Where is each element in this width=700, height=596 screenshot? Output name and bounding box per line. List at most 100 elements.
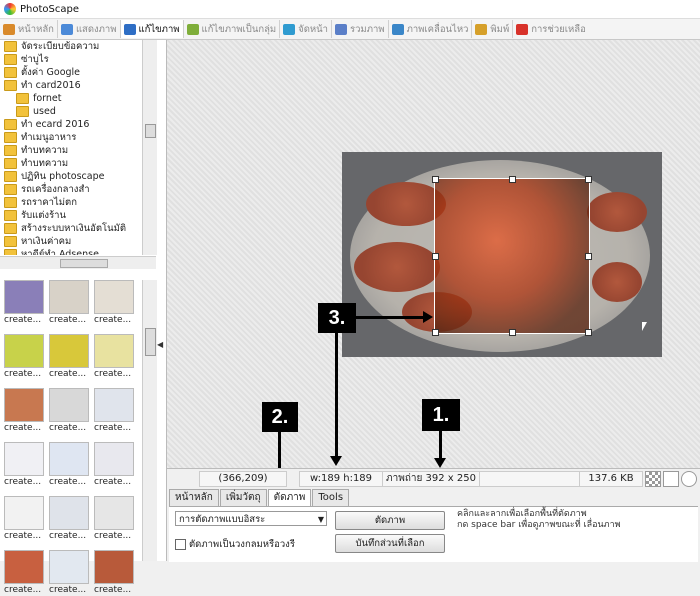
thumbnail-item[interactable]: create...	[4, 496, 44, 542]
folder-tree[interactable]: จัดระเบียบข้อความ ซ่าบูไร ตั้งค่า Google ทำ…	[0, 40, 142, 255]
thumbnail-item[interactable]: create...	[4, 442, 44, 488]
thumbnail-item[interactable]: create...	[4, 280, 44, 326]
tree-item-label: รถเครื่องกลางสำ	[21, 184, 90, 195]
scroll-thumb[interactable]	[145, 124, 156, 138]
tree-item[interactable]: used	[0, 105, 142, 118]
callout-3-arrow	[356, 311, 433, 323]
tree-item[interactable]: จัดระเบียบข้อความ	[0, 40, 142, 53]
checkbox-box[interactable]	[175, 539, 186, 550]
thumbnail-image	[4, 388, 44, 422]
thumbnail-image	[4, 550, 44, 584]
tab-5[interactable]: รวมภาพ	[332, 20, 389, 38]
tree-item[interactable]: ปฏิทิน photoscape	[0, 170, 142, 183]
folder-icon	[4, 171, 17, 182]
tree-vertical-scrollbar[interactable]	[142, 40, 157, 255]
tab-icon	[335, 23, 347, 35]
callout-3: 3.	[318, 303, 356, 333]
edit-tab-0[interactable]: หน้าหลัก	[169, 489, 219, 506]
thumbnail-label: create...	[49, 315, 87, 325]
tree-item[interactable]: ตั้งค่า Google	[0, 66, 142, 79]
edit-tab-1[interactable]: เพิ่มวัตถุ	[219, 489, 267, 506]
fit-screen-icon[interactable]	[663, 471, 679, 487]
tab-0[interactable]: หน้าหลัก	[0, 20, 58, 38]
thumbnail-item[interactable]: create...	[94, 388, 134, 434]
crop-handle[interactable]	[432, 176, 439, 183]
thumbnail-item[interactable]: create...	[49, 280, 89, 326]
tree-item[interactable]: fornet	[0, 92, 142, 105]
tree-item[interactable]: หาเงินค่าคม	[0, 235, 142, 248]
tab-6[interactable]: ภาพเคลื่อนไหว	[389, 20, 473, 38]
thumbnail-scrollbar[interactable]	[142, 280, 157, 561]
zoom-icon[interactable]	[681, 471, 697, 487]
status-bar: (366,209) w:189 h:189 ภาพถ่าย 392 x 250 …	[167, 468, 700, 487]
tree-item-label: หาดีย์ทำ Adsense	[21, 249, 99, 255]
crop-handle[interactable]	[432, 253, 439, 260]
thumbnail-image	[49, 334, 89, 368]
edit-tab-2[interactable]: ตัดภาพ	[267, 489, 312, 506]
tree-item[interactable]: ทำบทความ	[0, 144, 142, 157]
crop-handle[interactable]	[509, 329, 516, 336]
tab-3[interactable]: แก้ไขภาพเป็นกลุ่ม	[184, 20, 281, 38]
tree-item[interactable]: รับแต่งร้าน	[0, 209, 142, 222]
thumbnail-item[interactable]: create...	[49, 442, 89, 488]
crop-mode-select[interactable]: การตัดภาพแบบอิสระ ▼	[175, 511, 327, 526]
round-crop-checkbox[interactable]: ตัดภาพเป็นวงกลมหรือวงรี	[175, 537, 295, 552]
scroll-thumb[interactable]	[145, 328, 156, 356]
tree-item[interactable]: สร้างระบบหาเงินอัตโนมัติ	[0, 222, 142, 235]
tree-item[interactable]: ทำบทความ	[0, 157, 142, 170]
thumbnail-item[interactable]: create...	[49, 388, 89, 434]
thumbnail-image	[94, 496, 134, 530]
scroll-thumb[interactable]	[60, 259, 108, 268]
thumbnail-item[interactable]: create...	[94, 280, 134, 326]
callout-3-down-arrow	[330, 333, 342, 466]
edit-tab-3[interactable]: Tools	[312, 489, 350, 506]
tab-4[interactable]: จัดหน้า	[280, 20, 332, 38]
tree-item[interactable]: รถเครื่องกลางสำ	[0, 183, 142, 196]
crop-mode-value: การตัดภาพแบบอิสระ	[179, 514, 266, 525]
thumbnail-label: create...	[49, 423, 87, 433]
shrimp-shape	[587, 192, 647, 232]
tree-item[interactable]: ทำ ecard 2016	[0, 118, 142, 131]
folder-icon	[16, 106, 29, 117]
thumbnail-item[interactable]: create...	[49, 550, 89, 596]
crop-handle[interactable]	[585, 176, 592, 183]
tab-8[interactable]: การช่วยเหลือ	[513, 20, 589, 38]
crop-handle[interactable]	[509, 176, 516, 183]
crop-handle[interactable]	[432, 329, 439, 336]
tree-item[interactable]: ซ่าบูไร	[0, 53, 142, 66]
crop-selection-box[interactable]	[432, 176, 592, 336]
tree-item[interactable]: รถราคาไม่ตก	[0, 196, 142, 209]
thumbnail-item[interactable]: create...	[94, 334, 134, 380]
tab-label: แก้ไขภาพเป็นกลุ่ม	[201, 23, 277, 35]
thumbnail-item[interactable]: create...	[4, 388, 44, 434]
tree-horizontal-scrollbar[interactable]	[0, 256, 156, 269]
tab-icon	[391, 23, 404, 35]
thumbnail-item[interactable]: create...	[94, 496, 134, 542]
thumbnail-item[interactable]: create...	[49, 334, 89, 380]
thumbnail-image	[49, 496, 89, 530]
thumbnail-item[interactable]: create...	[94, 442, 134, 488]
thumbnail-item[interactable]: create...	[4, 550, 44, 596]
tree-item[interactable]: ทำ card2016	[0, 79, 142, 92]
tab-1[interactable]: แสดงภาพ	[58, 20, 121, 38]
thumbnail-image	[49, 550, 89, 584]
file-size: 137.6 KB	[579, 471, 643, 487]
crop-handle[interactable]	[585, 329, 592, 336]
tree-item-label: ซ่าบูไร	[21, 54, 49, 65]
transparency-icon[interactable]	[645, 471, 661, 487]
watermark: snamebook.com	[475, 523, 654, 546]
thumbnail-item[interactable]: create...	[94, 550, 134, 596]
tab-7[interactable]: พิมพ์	[472, 20, 514, 38]
tree-item-label: หาเงินค่าคม	[21, 236, 72, 247]
thumbnail-item[interactable]: create...	[4, 334, 44, 380]
crop-handle[interactable]	[585, 253, 592, 260]
thumbnail-item[interactable]: create...	[49, 496, 89, 542]
collapse-pane-arrow-icon[interactable]: ◀	[157, 340, 165, 360]
crop-button[interactable]: ตัดภาพ	[335, 511, 445, 530]
tab-icon	[186, 23, 199, 35]
tree-item[interactable]: ทำเมนูอาหาร	[0, 131, 142, 144]
tab-2[interactable]: แก้ไขภาพ	[120, 20, 184, 38]
save-selection-button[interactable]: บันทึกส่วนที่เลือก	[335, 534, 445, 553]
tree-item[interactable]: หาดีย์ทำ Adsense	[0, 248, 142, 255]
edit-tab-bar: หน้าหลัก เพิ่มวัตถุ ตัดภาพ Tools	[169, 489, 350, 507]
